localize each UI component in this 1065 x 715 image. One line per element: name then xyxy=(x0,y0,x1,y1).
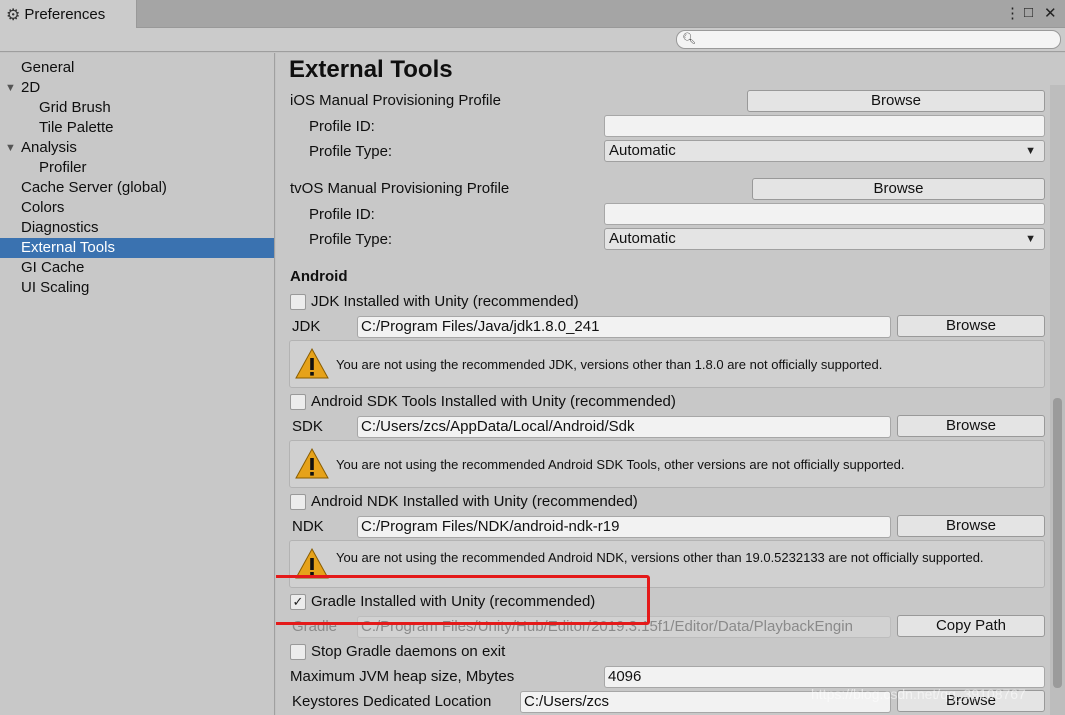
menu-icon[interactable]: ⋮ xyxy=(1005,4,1020,22)
search-icon: 🔍︎ xyxy=(682,33,696,45)
sidebar-item-label: UI Scaling xyxy=(21,279,90,296)
tvos-profile-id-field[interactable] xyxy=(604,203,1045,225)
jdk-checkbox-label: JDK Installed with Unity (recommended) xyxy=(311,293,579,310)
sidebar-item-label: Cache Server (global) xyxy=(21,179,167,196)
sidebar-item-label: General xyxy=(21,59,75,76)
sdk-warning-box: You are not using the recommended Androi… xyxy=(289,440,1045,488)
tvos-profile-id-label: Profile ID: xyxy=(309,206,375,223)
warning-icon xyxy=(295,447,329,479)
dropdown-value: Automatic xyxy=(609,230,676,247)
highlight-annotation xyxy=(276,575,650,625)
ios-profile-id-label: Profile ID: xyxy=(309,118,375,135)
sidebar-item-label: Profiler xyxy=(39,159,87,176)
jdk-field-label: JDK xyxy=(292,318,321,335)
sidebar-item-label: Diagnostics xyxy=(21,219,99,236)
sdk-checkbox[interactable] xyxy=(290,394,306,410)
jvm-heap-label: Maximum JVM heap size, Mbytes xyxy=(290,668,515,685)
sdk-browse-button[interactable]: Browse xyxy=(897,415,1045,437)
sidebar-item-gi-cache[interactable]: GI Cache xyxy=(0,258,274,278)
sidebar-item-label: External Tools xyxy=(21,239,115,256)
ndk-checkbox-label: Android NDK Installed with Unity (recomm… xyxy=(311,493,638,510)
foldout-arrow-icon[interactable]: ▼ xyxy=(5,138,16,158)
tvos-profile-type-label: Profile Type: xyxy=(309,231,393,248)
scrollbar[interactable] xyxy=(1050,85,1065,715)
gear-icon: ⚙ xyxy=(6,6,21,24)
ndk-browse-button[interactable]: Browse xyxy=(897,515,1045,537)
chevron-down-icon: ▼ xyxy=(1025,233,1036,245)
sidebar-item-ui-scaling[interactable]: UI Scaling xyxy=(0,278,274,298)
ndk-warning-text: You are not using the recommended Androi… xyxy=(336,550,984,565)
tvos-profile-type-dropdown[interactable]: Automatic ▼ xyxy=(604,228,1045,250)
ndk-checkbox[interactable] xyxy=(290,494,306,510)
jdk-warning-box: You are not using the recommended JDK, v… xyxy=(289,340,1045,388)
sidebar-item-tile-palette[interactable]: Tile Palette xyxy=(0,118,274,138)
sidebar-item-2d[interactable]: ▼ 2D xyxy=(0,78,274,98)
android-heading: Android xyxy=(290,268,348,285)
close-icon[interactable]: ✕ xyxy=(1044,4,1057,22)
warning-icon xyxy=(295,347,329,379)
stop-gradle-checkbox[interactable] xyxy=(290,644,306,660)
sidebar-item-cache-server[interactable]: Cache Server (global) xyxy=(0,178,274,198)
ios-profile-label: iOS Manual Provisioning Profile xyxy=(290,92,501,109)
ndk-field-label: NDK xyxy=(292,518,324,535)
ios-browse-button[interactable]: Browse xyxy=(747,90,1045,112)
sdk-warning-text: You are not using the recommended Androi… xyxy=(336,457,905,472)
jdk-path-field[interactable]: C:/Program Files/Java/jdk1.8.0_241 xyxy=(357,316,891,338)
chevron-down-icon: ▼ xyxy=(1025,145,1036,157)
sidebar-item-label: Grid Brush xyxy=(39,99,111,116)
sidebar-item-colors[interactable]: Colors xyxy=(0,198,274,218)
sidebar-item-external-tools[interactable]: External Tools xyxy=(0,238,274,258)
sidebar-item-label: 2D xyxy=(21,79,41,96)
copy-path-button[interactable]: Copy Path xyxy=(897,615,1045,637)
sidebar-item-label: GI Cache xyxy=(21,259,85,276)
watermark: https://blog.csdn.net/qq_39108767 xyxy=(811,686,1026,702)
settings-panel: External Tools iOS Manual Provisioning P… xyxy=(276,53,1065,715)
ios-profile-type-dropdown[interactable]: Automatic ▼ xyxy=(604,140,1045,162)
dropdown-value: Automatic xyxy=(609,142,676,159)
sidebar: General ▼ 2D Grid Brush Tile Palette ▼ Ana… xyxy=(0,53,275,715)
jdk-checkbox[interactable] xyxy=(290,294,306,310)
search-input[interactable] xyxy=(695,32,1055,47)
search-field[interactable]: 🔍︎ xyxy=(676,30,1061,49)
jvm-heap-field[interactable]: 4096 xyxy=(604,666,1045,688)
sdk-field-label: SDK xyxy=(292,418,323,435)
sidebar-item-general[interactable]: General xyxy=(0,58,274,78)
title-bar: ⚙ Preferences ⋮ □ ✕ xyxy=(0,0,1065,29)
sdk-checkbox-label: Android SDK Tools Installed with Unity (… xyxy=(311,393,676,410)
keystores-label: Keystores Dedicated Location xyxy=(292,693,492,710)
sidebar-item-label: Tile Palette xyxy=(39,119,114,136)
tab-preferences[interactable]: ⚙ Preferences xyxy=(0,0,137,29)
tvos-profile-label: tvOS Manual Provisioning Profile xyxy=(290,180,510,197)
tab-title: Preferences xyxy=(24,6,106,23)
sdk-path-field[interactable]: C:/Users/zcs/AppData/Local/Android/Sdk xyxy=(357,416,891,438)
sidebar-item-analysis[interactable]: ▼ Analysis xyxy=(0,138,274,158)
jdk-browse-button[interactable]: Browse xyxy=(897,315,1045,337)
jdk-warning-text: You are not using the recommended JDK, v… xyxy=(336,357,883,372)
sidebar-item-grid-brush[interactable]: Grid Brush xyxy=(0,98,274,118)
tvos-browse-button[interactable]: Browse xyxy=(752,178,1045,200)
scrollbar-thumb[interactable] xyxy=(1053,398,1062,688)
page-title: External Tools xyxy=(289,56,453,83)
ndk-path-field[interactable]: C:/Program Files/NDK/android-ndk-r19 xyxy=(357,516,891,538)
sidebar-item-label: Colors xyxy=(21,199,65,216)
stop-gradle-label: Stop Gradle daemons on exit xyxy=(311,643,506,660)
toolbar: 🔍︎ xyxy=(0,28,1065,52)
sidebar-item-diagnostics[interactable]: Diagnostics xyxy=(0,218,274,238)
ios-profile-type-label: Profile Type: xyxy=(309,143,393,160)
ios-profile-id-field[interactable] xyxy=(604,115,1045,137)
foldout-arrow-icon[interactable]: ▼ xyxy=(5,78,16,98)
sidebar-item-profiler[interactable]: Profiler xyxy=(0,158,274,178)
sidebar-item-label: Analysis xyxy=(21,139,77,156)
maximize-icon[interactable]: □ xyxy=(1024,4,1033,21)
